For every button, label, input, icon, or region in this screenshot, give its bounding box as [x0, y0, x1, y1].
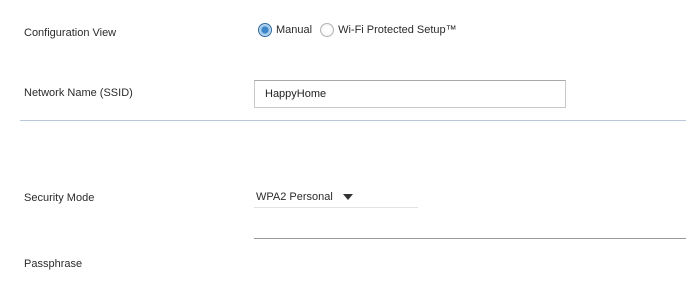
- radio-manual-label[interactable]: Manual: [276, 24, 312, 36]
- radio-wps[interactable]: [320, 23, 335, 37]
- passphrase-row: Passphrase: [0, 228, 692, 274]
- config-view-label: Configuration View: [24, 27, 117, 39]
- security-mode-label: Security Mode: [24, 192, 95, 204]
- network-name-input[interactable]: [254, 80, 566, 108]
- passphrase-input[interactable]: [254, 238, 686, 264]
- radio-wps-label[interactable]: Wi-Fi Protected Setup™: [338, 24, 457, 36]
- passphrase-label: Passphrase: [24, 258, 83, 270]
- config-view-radio-group: Manual Wi-Fi Protected Setup™: [258, 23, 465, 37]
- section-divider: [20, 120, 686, 121]
- network-name-row: Network Name (SSID): [0, 80, 692, 108]
- security-mode-select[interactable]: WPA2 Personal: [254, 186, 418, 208]
- security-mode-row: Security Mode WPA2 Personal: [0, 186, 692, 210]
- security-mode-value: WPA2 Personal: [256, 190, 333, 203]
- config-view-row: Configuration View Manual Wi-Fi Protecte…: [0, 22, 692, 46]
- network-name-label: Network Name (SSID): [24, 87, 133, 99]
- chevron-down-icon[interactable]: [342, 193, 353, 200]
- radio-manual[interactable]: [258, 23, 272, 37]
